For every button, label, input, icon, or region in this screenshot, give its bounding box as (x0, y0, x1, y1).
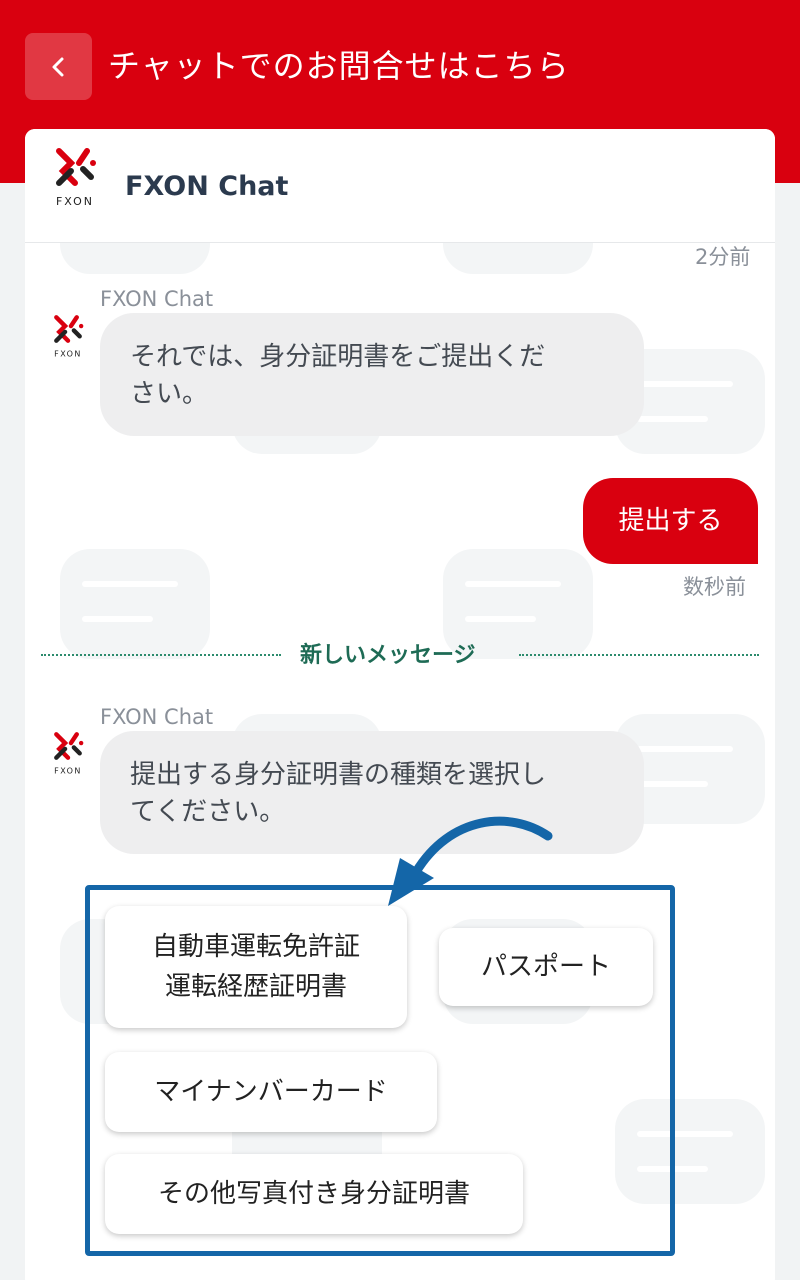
message-line: それでは、身分証明書をご提出くだ (130, 342, 546, 372)
fxon-logo-icon: FXON (56, 148, 96, 208)
page-title: チャットでのお問合せはこちら (108, 47, 570, 85)
option-label: 運転経歴証明書 (164, 972, 347, 1002)
message-sender: FXON Chat (100, 705, 214, 729)
message-timestamp: 数秒前 (683, 575, 746, 599)
option-label: マイナンバーカード (154, 1077, 388, 1107)
message-sender: FXON Chat (100, 287, 214, 311)
bot-message: それでは、身分証明書をご提出くだ さい。 (100, 313, 644, 436)
option-passport[interactable]: パスポート (439, 928, 653, 1006)
svg-text:FXON: FXON (56, 195, 94, 208)
option-label: 自動車運転免許証 (151, 932, 360, 962)
divider-line-left (41, 654, 281, 656)
message-line: 提出する身分証明書の種類を選択し (130, 760, 547, 790)
divider-line-right (519, 654, 759, 656)
new-messages-divider: 新しいメッセージ (300, 643, 476, 668)
option-label: パスポート (480, 952, 611, 982)
bot-avatar-icon: FXON (54, 315, 84, 359)
user-message: 提出する (583, 478, 758, 564)
user-message-text: 提出する (618, 506, 723, 536)
option-label: その他写真付き身分証明書 (157, 1179, 470, 1209)
back-button[interactable] (25, 33, 92, 100)
option-drivers-license[interactable]: 自動車運転免許証 運転経歴証明書 (105, 906, 407, 1028)
svg-text:FXON: FXON (54, 350, 82, 359)
chat-window: FXON FXON Chat 2分前 FXON FXON Chat それでは、身… (25, 129, 775, 1280)
chat-title: FXON Chat (125, 171, 289, 202)
chat-header: FXON FXON Chat (25, 129, 775, 243)
svg-text:FXON: FXON (54, 767, 82, 776)
option-other-photo-id[interactable]: その他写真付き身分証明書 (105, 1154, 523, 1234)
message-line: さい。 (130, 379, 209, 409)
option-mynumber-card[interactable]: マイナンバーカード (105, 1052, 437, 1132)
chevron-left-icon (52, 57, 63, 76)
message-timestamp: 2分前 (695, 245, 751, 269)
bot-avatar-icon: FXON (54, 732, 84, 776)
